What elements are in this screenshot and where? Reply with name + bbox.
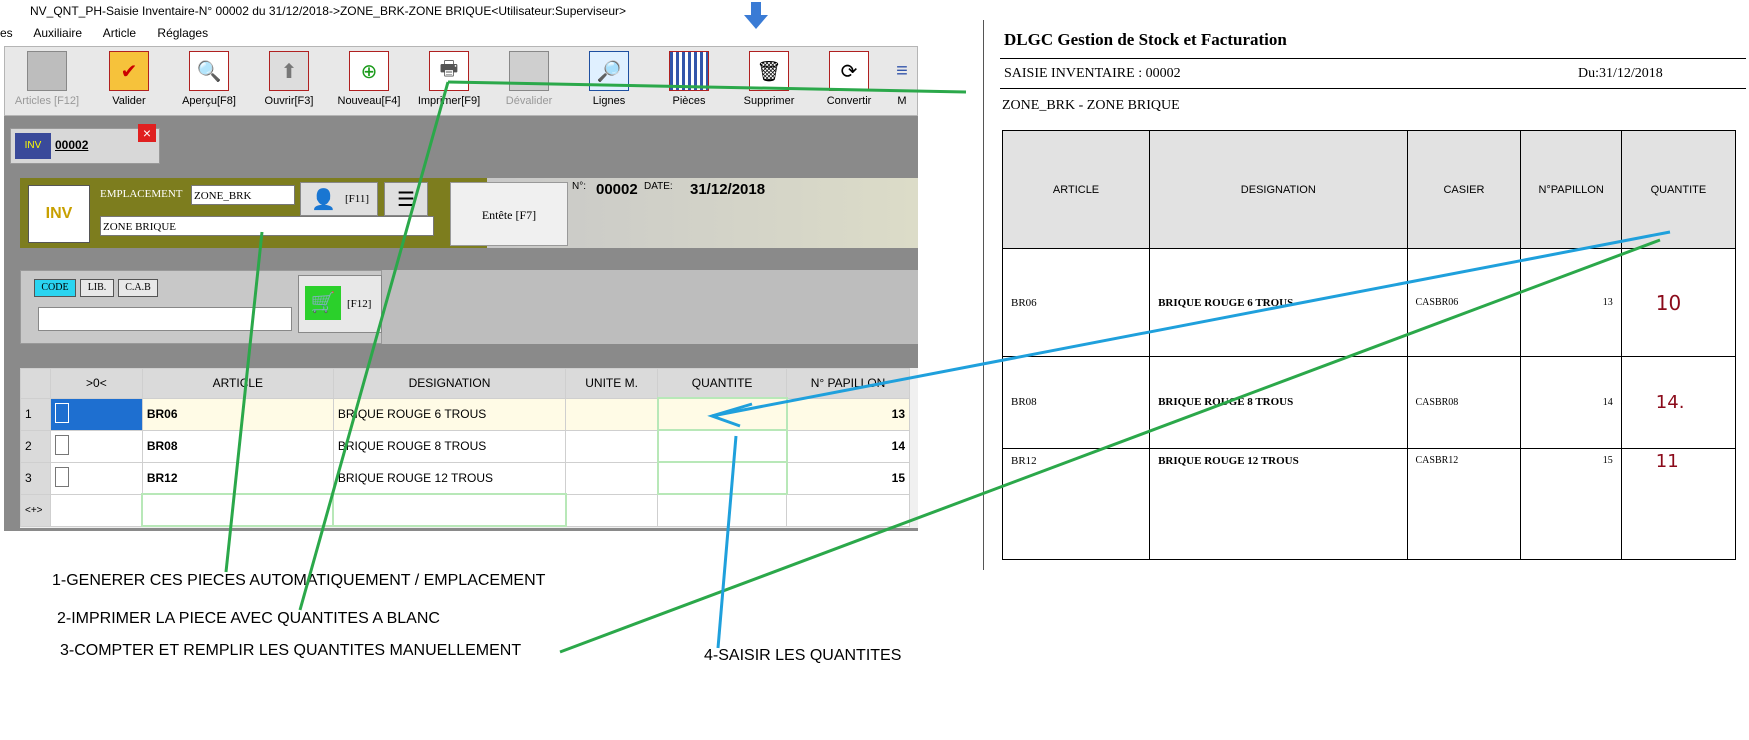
green-line-step-2 bbox=[298, 81, 450, 611]
annotation-lines bbox=[224, 80, 1671, 654]
blue-arrowhead bbox=[707, 402, 753, 428]
green-line-step-3 bbox=[559, 238, 1661, 654]
blue-line-step-4 bbox=[716, 435, 738, 649]
green-line-print-to-doc bbox=[447, 80, 967, 94]
blue-line-doc-to-grid bbox=[711, 230, 1671, 418]
green-line-step-1 bbox=[224, 231, 264, 573]
